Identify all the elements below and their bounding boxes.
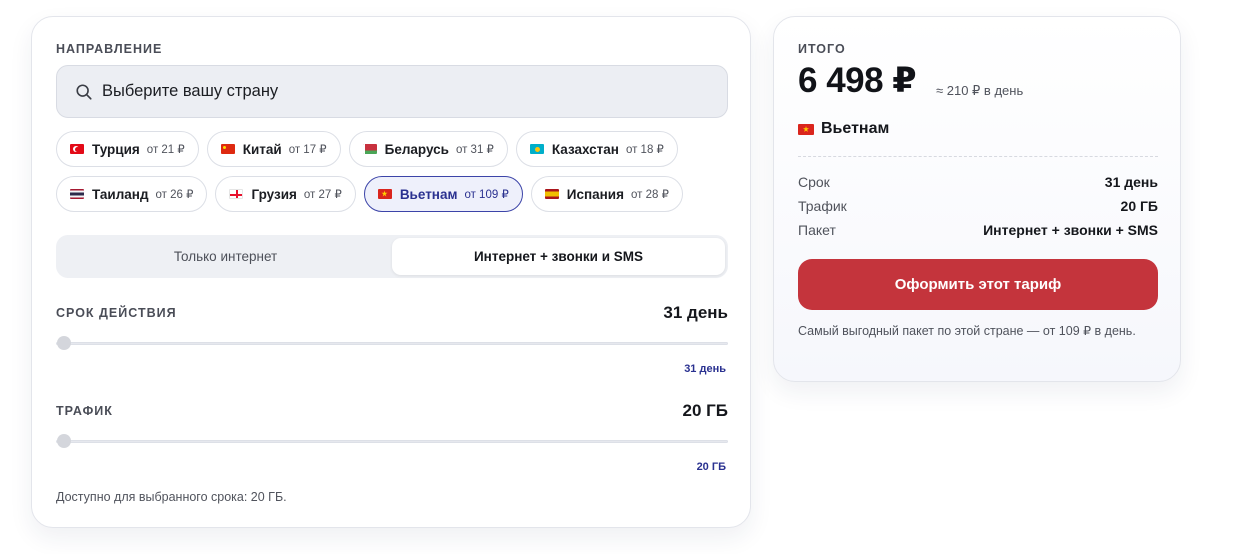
country-chip-spain[interactable]: Испания от 28 ₽ [530,176,683,212]
selected-country: Вьетнам [798,120,889,138]
summary-row-value: Интернет + звонки + SMS [983,222,1158,238]
country-chip-price: от 109 ₽ [464,189,509,201]
country-chip-name: Казахстан [551,141,619,157]
country-chip-name: Китай [242,141,282,157]
country-chip-price: от 31 ₽ [455,144,494,156]
summary-row-key: Срок [798,174,830,190]
duration-slider-tag: 31 день [684,363,726,375]
duration-slider[interactable] [56,335,728,351]
duration-slider-track [56,342,728,345]
configurator-card: НАПРАВЛЕНИЕ Турция от 21 ₽ Китай [31,16,751,528]
country-chip-price: от 26 ₽ [155,189,194,201]
summary-card: ИТОГО 6 498 ₽ ≈ 210 ₽ в день Вьетнам Сро… [773,16,1181,382]
flag-turkey-icon [70,144,84,154]
country-chip-name: Беларусь [384,141,449,157]
flag-spain-icon [544,189,559,199]
summary-row-key: Пакет [798,222,836,238]
flag-georgia-icon [229,189,244,199]
country-chip-vietnam[interactable]: Вьетнам от 109 ₽ [363,176,523,212]
search-icon [76,83,92,100]
flag-vietnam-icon [798,123,814,135]
traffic-slider-thumb[interactable] [57,434,71,448]
summary-row-key: Трафик [798,198,847,214]
summary-row-duration: Срок 31 день [798,174,1158,190]
country-chip-china[interactable]: Китай от 17 ₽ [206,131,341,167]
country-chip-price: от 17 ₽ [288,144,327,156]
flag-kazakhstan-icon [529,144,544,154]
tab-internet-only[interactable]: Только интернет [59,238,392,275]
traffic-header: ТРАФИК 20 ГБ [56,401,728,421]
country-chip-name: Испания [566,186,624,202]
country-chip-name: Грузия [251,186,297,202]
duration-label: СРОК ДЕЙСТВИЯ [56,306,177,320]
traffic-value: 20 ГБ [682,401,729,420]
country-chip-georgia[interactable]: Грузия от 27 ₽ [215,176,356,212]
flag-china-icon [220,144,235,154]
country-chip-name: Турция [92,141,140,157]
total-price: 6 498 ₽ [798,61,917,100]
summary-row-value: 20 ГБ [1120,198,1158,214]
summary-row-package: Пакет Интернет + звонки + SMS [798,222,1158,238]
country-chip-name: Вьетнам [399,186,458,202]
summary-row-traffic: Трафик 20 ГБ [798,198,1158,214]
country-search[interactable] [56,65,728,118]
availability-note: Доступно для выбранного срока: 20 ГБ. [56,490,287,504]
country-search-input[interactable] [102,82,662,101]
summary-divider [798,156,1158,157]
selected-country-name: Вьетнам [821,120,890,137]
country-chip-kazakhstan[interactable]: Казахстан от 18 ₽ [515,131,678,167]
flag-belarus-icon [362,144,377,154]
traffic-slider-tag: 20 ГБ [696,461,726,473]
traffic-label: ТРАФИК [56,404,113,418]
country-chips: Турция от 21 ₽ Китай от 17 ₽ Беларусь от… [56,131,736,221]
country-chip-belarus[interactable]: Беларусь от 31 ₽ [348,131,508,167]
order-tariff-button[interactable]: Оформить этот тариф [798,259,1158,310]
traffic-slider[interactable] [56,433,728,449]
duration-value: 31 день [663,303,728,322]
country-chip-name: Таиланд [92,186,149,202]
traffic-slider-track [56,440,728,443]
country-chip-thailand[interactable]: Таиланд от 26 ₽ [56,176,208,212]
country-chip-price: от 21 ₽ [146,144,185,156]
country-chip-turkey[interactable]: Турция от 21 ₽ [56,131,199,167]
country-chip-price: от 27 ₽ [303,189,342,201]
direction-label: НАПРАВЛЕНИЕ [56,42,163,56]
duration-slider-thumb[interactable] [57,336,71,350]
total-label: ИТОГО [798,42,846,56]
best-deal-footnote: Самый выгодный пакет по этой стране — от… [798,324,1136,338]
price-per-day: ≈ 210 ₽ в день [936,83,1024,98]
country-chip-price: от 18 ₽ [625,144,664,156]
package-tabs: Только интернет Интернет + звонки и SMS [56,235,728,278]
flag-thailand-icon [70,189,84,199]
tab-internet-calls-sms[interactable]: Интернет + звонки и SMS [392,238,725,275]
country-chip-price: от 28 ₽ [630,189,669,201]
duration-header: СРОК ДЕЙСТВИЯ 31 день [56,303,728,323]
summary-row-value: 31 день [1104,174,1158,190]
flag-vietnam-icon [377,189,392,199]
